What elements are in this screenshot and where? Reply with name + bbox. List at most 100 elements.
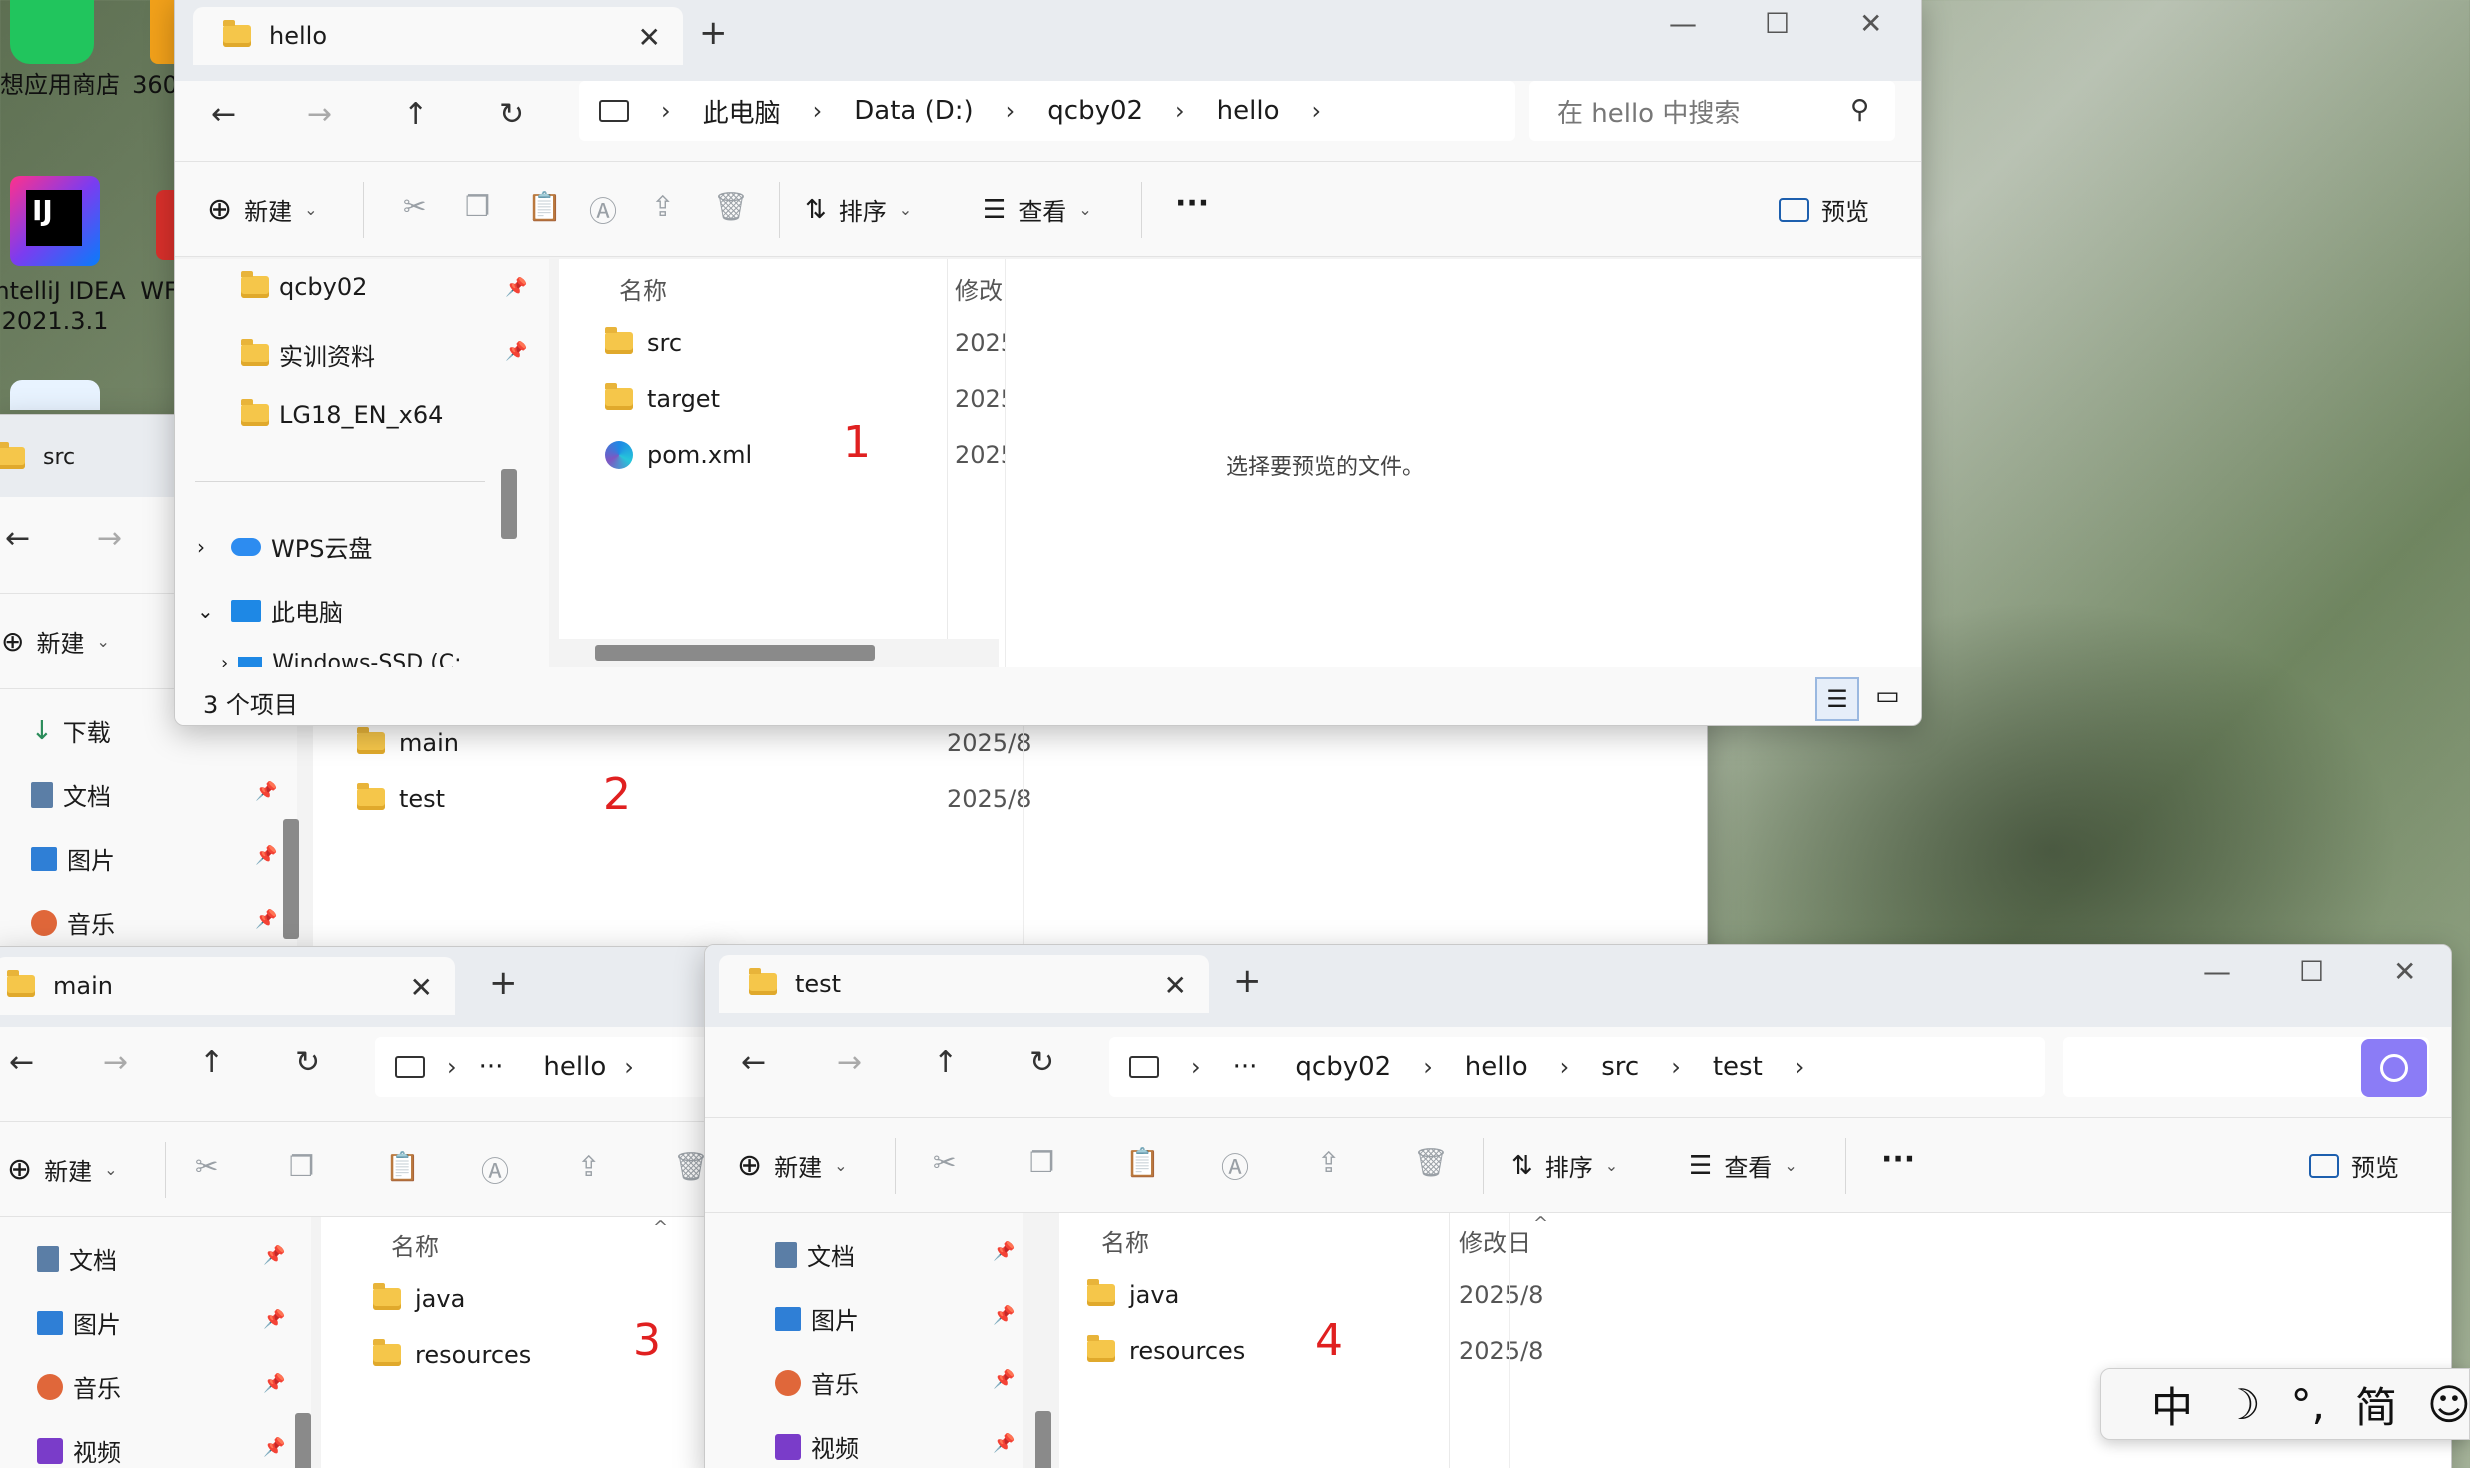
column-header-date[interactable]: 修改日 [1459,1223,1531,1258]
new-tab-button[interactable]: + [699,13,728,53]
new-tab-button[interactable]: + [1233,961,1262,1001]
up-button[interactable]: ↑ [199,1045,224,1080]
rename-icon[interactable]: Ⓐ [1221,1146,1249,1186]
sidebar-scrollbar[interactable] [1035,1411,1051,1468]
pin-icon[interactable]: 📌 [505,341,527,362]
sidebar-item-pictures[interactable]: 图片 [37,1305,121,1340]
desktop-app-icon[interactable] [10,380,100,410]
sidebar-item-music[interactable]: 音乐 [31,905,115,940]
minimize-button[interactable]: — [1669,7,1697,40]
paste-icon[interactable]: 📋 [1125,1146,1160,1179]
chevron-down-icon[interactable]: ⌄ [197,599,221,623]
paste-icon[interactable]: 📋 [385,1150,420,1183]
sidebar-item-pictures[interactable]: 图片 [775,1301,859,1336]
cut-icon[interactable]: ✂ [195,1150,218,1183]
forward-button[interactable]: → [97,521,122,556]
refresh-button[interactable]: ↻ [295,1045,320,1080]
tab-test[interactable]: test ✕ [719,955,1209,1013]
column-header-name[interactable]: 名称 [619,271,667,306]
share-icon[interactable]: ⇪ [577,1150,600,1183]
sidebar-item-videos[interactable]: 视频 [775,1429,859,1464]
sidebar-item-documents[interactable]: 文档 [31,777,111,812]
breadcrumb-item[interactable]: qcby02 [1295,1052,1391,1082]
cut-icon[interactable]: ✂ [933,1146,956,1179]
breadcrumb-overflow[interactable]: ··· [479,1052,504,1082]
column-header-name[interactable]: 名称 [1101,1223,1149,1258]
new-button[interactable]: ⊕ 新建 ⌄ [207,192,318,227]
src-tab[interactable]: src [0,441,75,470]
sidebar-scrollbar[interactable] [283,819,299,939]
address-bar[interactable]: › ··· hello › [375,1037,719,1097]
breadcrumb-item[interactable]: hello [543,1052,606,1082]
desktop-icon-label-360[interactable]: 360 [130,70,180,100]
close-tab-icon[interactable]: ✕ [410,971,433,1004]
desktop-icon-label-appstore[interactable]: 想应用商店 [0,70,130,100]
list-item[interactable]: java [373,1283,465,1313]
breadcrumb-item[interactable]: hello [1465,1052,1528,1082]
pin-icon[interactable]: 📌 [993,1305,1015,1326]
sidebar-scrollbar[interactable] [295,1413,311,1468]
list-item[interactable]: main [357,727,459,757]
list-item[interactable]: java [1087,1279,1179,1309]
details-view-icon[interactable]: ☰ [1815,677,1859,721]
delete-icon[interactable]: 🗑 [713,190,749,223]
sidebar-item-music[interactable]: 音乐 [775,1365,859,1400]
copy-icon[interactable]: ❐ [465,190,490,223]
sidebar-item-music[interactable]: 音乐 [37,1369,121,1404]
main-titlebar[interactable]: main ✕ + [0,947,719,1027]
tiles-view-icon[interactable]: ▭ [1875,681,1900,711]
forward-button[interactable]: → [837,1045,862,1080]
pin-icon[interactable]: 📌 [505,277,527,298]
ime-emoji-icon[interactable]: ☺ [2427,1380,2470,1429]
pin-icon[interactable]: 📌 [993,1369,1015,1390]
sidebar-item-videos[interactable]: 视频 [37,1433,121,1468]
horizontal-scrollbar[interactable] [595,645,875,661]
forward-button[interactable]: → [307,97,332,132]
sort-button[interactable]: ⇅ 排序 ⌄ [1511,1148,1618,1183]
preview-button[interactable]: 预览 [1779,192,1869,227]
ai-assistant-button[interactable] [2361,1039,2427,1097]
ime-moon-icon[interactable]: ☽ [2223,1380,2261,1429]
rename-icon[interactable]: Ⓐ [589,190,617,230]
close-tab-icon[interactable]: ✕ [1164,969,1187,1002]
new-button[interactable]: ⊕ 新建 ⌄ [737,1148,848,1183]
maximize-button[interactable]: ☐ [2299,955,2324,988]
intellij-idea-icon[interactable]: IJ [10,176,100,266]
column-header-name[interactable]: 名称 [391,1227,439,1262]
more-options-button[interactable]: ··· [1175,186,1209,221]
new-button[interactable]: ⊕ 新建 ⌄ [7,1152,118,1187]
new-button[interactable]: ⊕ 新建 ⌄ [1,624,110,659]
search-input[interactable]: 在 hello 中搜索 ⚲ [1529,81,1895,141]
breadcrumb-item[interactable]: 此电脑 [703,93,781,130]
pin-icon[interactable]: 📌 [263,1245,285,1266]
sidebar-item-pictures[interactable]: 图片 [31,841,115,876]
list-item[interactable]: target [605,383,720,413]
breadcrumb-item[interactable]: test [1713,1052,1763,1082]
delete-icon[interactable]: 🗑 [1413,1146,1449,1179]
desktop-icon-label-idea[interactable]: ntelliJ IDEA [0,276,130,306]
list-item[interactable]: src [605,327,682,357]
list-item[interactable]: pom.xml [605,441,752,469]
refresh-button[interactable]: ↻ [1029,1045,1054,1080]
back-button[interactable]: ← [9,1045,34,1080]
close-window-button[interactable]: ✕ [2393,955,2416,988]
pin-icon[interactable]: 📌 [263,1437,285,1458]
breadcrumb-item[interactable]: hello [1217,96,1280,126]
pin-icon[interactable]: 📌 [993,1433,1015,1454]
refresh-button[interactable]: ↻ [499,97,524,132]
paste-icon[interactable]: 📋 [527,190,562,223]
cut-icon[interactable]: ✂ [403,190,426,223]
tab-main[interactable]: main ✕ [0,957,455,1015]
sidebar-item-downloads[interactable]: ↓ 下载 [31,713,111,748]
sidebar-item-this-pc[interactable]: ⌄ 此电脑 [197,593,343,628]
forward-button[interactable]: → [103,1045,128,1080]
maximize-button[interactable]: ☐ [1765,7,1790,40]
share-icon[interactable]: ⇪ [1317,1146,1340,1179]
sidebar-item-training-materials[interactable]: 实训资料 [241,337,375,372]
back-button[interactable]: ← [211,97,236,132]
ime-chinese-mode-button[interactable]: 中 [2151,1374,2193,1435]
list-item[interactable]: resources [1087,1335,1245,1365]
pin-icon[interactable]: 📌 [263,1309,285,1330]
rename-icon[interactable]: Ⓐ [481,1150,509,1190]
sidebar-item-wps-cloud[interactable]: › WPS云盘 [197,529,372,564]
